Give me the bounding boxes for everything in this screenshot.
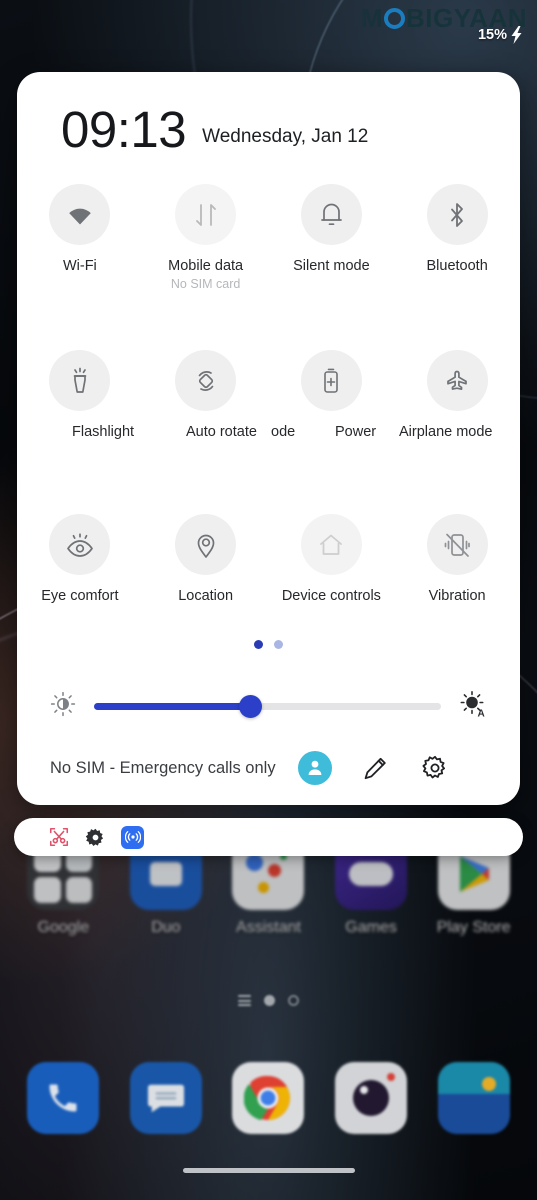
status-bar: M BIGYAAN 15%	[0, 0, 537, 52]
tile-label: Device controls	[281, 588, 381, 604]
battery-percent-label: 15%	[477, 27, 507, 43]
lightning-bolt-icon	[511, 26, 522, 44]
tile-label: Location	[178, 588, 234, 604]
tile-label: Flashlight	[72, 424, 135, 440]
lines-icon	[238, 995, 251, 1006]
tile-label: Mobile data	[168, 258, 244, 274]
watermark-o-ring	[383, 8, 405, 29]
messages-icon[interactable]	[129, 1062, 202, 1134]
flashlight-icon	[49, 350, 111, 411]
tile-label: Silent mode	[293, 258, 370, 274]
floating-tool-pill-bar	[14, 818, 523, 856]
battery-status: 15%	[478, 26, 524, 44]
bluetooth-icon	[426, 184, 488, 245]
user-avatar-icon[interactable]	[297, 751, 332, 785]
vibration-off-icon	[426, 514, 488, 575]
pencil-edit-icon[interactable]	[361, 753, 391, 783]
dot-filled[interactable]	[264, 995, 275, 1006]
app-label: Duo	[151, 919, 181, 936]
tile-label: Auto rotate	[186, 424, 257, 440]
page-dot-active[interactable]	[254, 640, 263, 649]
tile-vibration[interactable]: Vibration	[394, 514, 520, 604]
brightness-row: A	[17, 684, 520, 728]
tile-bluetooth[interactable]: Bluetooth	[394, 184, 520, 291]
dock	[0, 1062, 537, 1134]
row2-animating-labels: Flashlight Auto rotate ode Power Airplan…	[17, 424, 520, 444]
app-label: Google	[37, 919, 90, 936]
tile-label-partial: ode	[271, 424, 296, 440]
location-pin-icon	[175, 514, 237, 575]
gear-icon[interactable]	[420, 753, 450, 783]
quick-settings-panel: 09:13 Wednesday, Jan 12 Wi-Fi Mobile dat…	[17, 72, 520, 805]
tile-label-fading: Power	[335, 424, 377, 440]
tile-power-saving[interactable]	[269, 350, 395, 411]
quick-tile-row-1: Wi-Fi Mobile data No SIM card Silent mod…	[17, 184, 520, 291]
tile-silent-mode[interactable]: Silent mode	[269, 184, 395, 291]
wifi-icon	[49, 184, 111, 245]
tile-label: Airplane mode	[399, 424, 493, 440]
quick-tile-row-2: Flashlight Auto rotate ode Power Airplan…	[17, 350, 520, 440]
clock-date: Wednesday, Jan 12	[202, 126, 369, 147]
app-label: Assistant	[236, 919, 301, 936]
screenshot-crop-icon[interactable]	[48, 826, 70, 848]
svg-text:A: A	[478, 708, 485, 718]
brightness-slider[interactable]	[94, 694, 441, 718]
slider-fill	[94, 702, 251, 710]
quick-settings-page-dots[interactable]	[17, 640, 520, 649]
tile-sublabel: No SIM card	[170, 277, 241, 291]
chrome-icon[interactable]	[232, 1062, 305, 1134]
gallery-icon[interactable]	[437, 1062, 510, 1134]
gesture-home-bar[interactable]	[182, 1168, 355, 1173]
airplane-icon	[426, 350, 488, 411]
auto-rotate-icon	[175, 350, 237, 411]
eye-icon	[49, 514, 111, 575]
tile-flashlight[interactable]	[17, 350, 143, 411]
tile-label: Wi-Fi	[62, 258, 97, 274]
camera-icon[interactable]	[335, 1062, 408, 1134]
cast-broadcast-icon[interactable]	[121, 825, 144, 849]
tile-device-controls[interactable]: Device controls	[269, 514, 395, 604]
brightness-low-icon[interactable]	[50, 691, 76, 722]
tile-label: Bluetooth	[426, 258, 488, 274]
bell-icon	[300, 184, 362, 245]
clock-row: 09:13 Wednesday, Jan 12	[17, 72, 520, 168]
gear-icon[interactable]	[85, 827, 106, 848]
power-saving-icon	[300, 350, 362, 411]
app-label: Play Store	[436, 919, 511, 936]
dot-ring[interactable]	[288, 995, 299, 1006]
tile-location[interactable]: Location	[143, 514, 269, 604]
app-label: Games	[345, 919, 397, 936]
quick-tile-row-3: Eye comfort Location Device controls Vib…	[17, 514, 520, 604]
watermark-text-left: M	[360, 3, 383, 33]
phone-icon[interactable]	[27, 1062, 100, 1134]
tile-eye-comfort[interactable]: Eye comfort	[17, 514, 143, 604]
tile-mobile-data[interactable]: Mobile data No SIM card	[143, 184, 269, 291]
slider-thumb[interactable]	[239, 694, 263, 718]
tile-wifi[interactable]: Wi-Fi	[17, 184, 143, 291]
mobile-data-icon	[175, 184, 237, 245]
sim-status-label: No SIM - Emergency calls only	[50, 758, 276, 777]
quick-settings-footer: No SIM - Emergency calls only	[17, 731, 520, 805]
tile-label: Eye comfort	[41, 588, 119, 604]
clock-time: 09:13	[61, 100, 187, 158]
tile-label: Vibration	[428, 588, 486, 604]
page-dot-inactive[interactable]	[274, 640, 283, 649]
home-page-indicator[interactable]	[0, 995, 537, 1006]
tile-airplane-mode[interactable]	[394, 350, 520, 411]
auto-brightness-icon[interactable]: A	[459, 690, 487, 723]
tile-auto-rotate[interactable]	[143, 350, 269, 411]
home-icon	[300, 514, 362, 575]
